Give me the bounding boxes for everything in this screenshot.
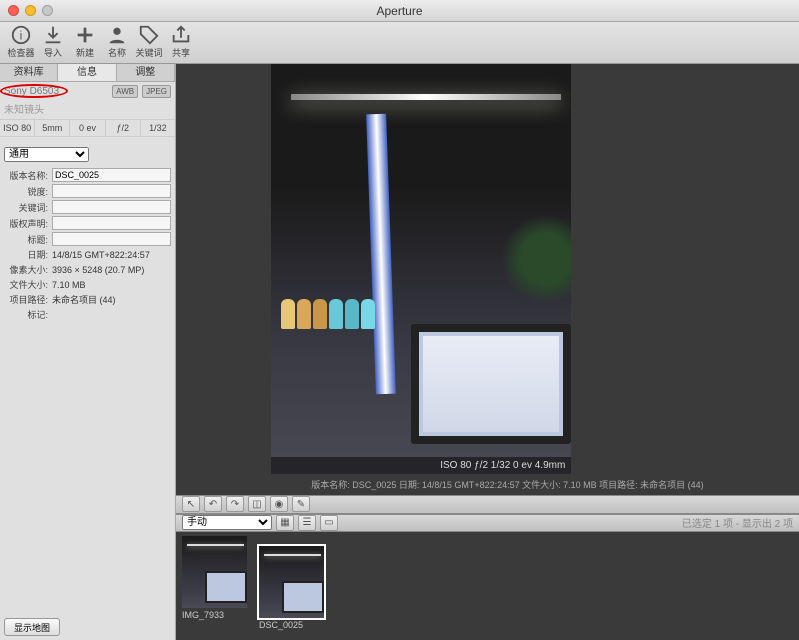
toolbar-label: 检查器 [7,46,34,59]
close-icon[interactable] [8,5,19,16]
keyword-button[interactable]: 关键词 [134,24,164,59]
thumbnail[interactable]: DSC_0025 [259,546,324,630]
meta-label: 文件大小: [4,278,52,291]
exif-strip: ISO 80 5mm 0 ev ƒ/2 1/32 [0,119,175,137]
version-name-input[interactable] [52,168,171,182]
exif-shutter: 1/32 [141,120,175,136]
window-controls [8,5,53,16]
import-icon [42,24,64,46]
thumbnail-label: IMG_7933 [182,608,247,620]
window-title: Aperture [376,4,422,18]
camera-model: Sony D6503 [4,86,59,97]
metadata-panel: 版本名称: 锐度: 关键词: 版权声明: 标题: 日期:14/8/15 GMT+… [0,168,175,323]
meta-label: 标记: [4,308,52,321]
title-input[interactable] [52,232,171,246]
person-icon [106,24,128,46]
inspector-tabs: 资料库 信息 调整 [0,64,175,82]
project-path-value: 未命名项目 (44) [52,293,171,306]
inspector-button[interactable]: i 检查器 [6,24,36,59]
svg-text:i: i [20,29,23,43]
selection-status: 已选定 1 项 - 显示出 2 项 [682,515,793,530]
redeye-icon[interactable]: ◉ [270,496,288,512]
viewer-panel: ISO 80 ƒ/2 1/32 0 ev 4.9mm 版本名称: DSC_002… [176,64,799,640]
toolbar-label: 导入 [44,46,62,59]
thumbnail-strip: IMG_7933 DSC_0025 [176,532,799,640]
sort-mode-select[interactable]: 手动 [182,515,272,530]
rotate-cw-icon[interactable]: ↷ [226,496,244,512]
share-button[interactable]: 共享 [166,24,196,59]
exif-iso: ISO 80 [0,120,35,136]
filmstrip-view-icon[interactable]: ▭ [320,515,338,531]
toolbar-label: 名称 [108,46,126,59]
brush-icon[interactable]: ✎ [292,496,310,512]
tag-icon [138,24,160,46]
toolbar-label: 关键词 [135,46,162,59]
toolbar: i 检查器 导入 新建 名称 关键词 共享 [0,22,799,64]
sharpness-input[interactable] [52,184,171,198]
toolbar-label: 新建 [76,46,94,59]
thumbnail[interactable]: IMG_7933 [182,536,247,636]
list-view-icon[interactable]: ☰ [298,515,316,531]
format-badge: JPEG [142,85,171,98]
preset-select[interactable]: 通用 [4,147,89,162]
grid-view-icon[interactable]: ▦ [276,515,294,531]
meta-label: 像素大小: [4,263,52,276]
meta-label: 标题: [4,233,52,246]
camera-info-row: Sony D6503 AWB JPEG [0,82,175,101]
photo-caption: 版本名称: DSC_0025 日期: 14/8/15 GMT+822:24:57… [271,474,703,495]
lens-info: 未知镜头 [0,101,175,119]
info-icon: i [10,24,32,46]
main-photo: ISO 80 ƒ/2 1/32 0 ev 4.9mm [271,64,571,474]
inspector-panel: 资料库 信息 调整 Sony D6503 AWB JPEG 未知镜头 ISO 8… [0,64,176,640]
meta-label: 版权声明: [4,217,52,230]
zoom-icon[interactable] [42,5,53,16]
toolbar-label: 共享 [172,46,190,59]
thumbnail-label: DSC_0025 [259,618,324,630]
import-button[interactable]: 导入 [38,24,68,59]
plus-icon [74,24,96,46]
meta-label: 关键词: [4,201,52,214]
exif-focal: 5mm [35,120,70,136]
meta-label: 锐度: [4,185,52,198]
minimize-icon[interactable] [25,5,36,16]
cursor-icon[interactable]: ↖ [182,496,200,512]
awb-badge: AWB [112,85,138,98]
tab-library[interactable]: 资料库 [0,64,58,81]
share-icon [170,24,192,46]
titlebar: Aperture [0,0,799,22]
pixel-size-value: 3936 × 5248 (20.7 MP) [52,265,171,275]
tab-info[interactable]: 信息 [58,64,116,81]
copyright-input[interactable] [52,216,171,230]
rotate-ccw-icon[interactable]: ↶ [204,496,222,512]
name-button[interactable]: 名称 [102,24,132,59]
exif-aperture: ƒ/2 [106,120,141,136]
exif-ev: 0 ev [70,120,105,136]
crop-icon[interactable]: ◫ [248,496,266,512]
new-button[interactable]: 新建 [70,24,100,59]
photo-exif-overlay: ISO 80 ƒ/2 1/32 0 ev 4.9mm [271,457,571,474]
file-size-value: 7.10 MB [52,280,171,290]
tab-adjust[interactable]: 调整 [117,64,175,81]
keywords-input[interactable] [52,200,171,214]
meta-label: 项目路径: [4,293,52,306]
meta-label: 版本名称: [4,169,52,182]
browser-toolbar: ↖ ↶ ↷ ◫ ◉ ✎ [176,495,799,514]
browser-controls: 手动 ▦ ☰ ▭ 已选定 1 项 - 显示出 2 项 [176,514,799,533]
show-map-button[interactable]: 显示地图 [4,618,60,636]
meta-label: 日期: [4,248,52,261]
photo-viewer[interactable]: ISO 80 ƒ/2 1/32 0 ev 4.9mm 版本名称: DSC_002… [176,64,799,495]
date-value: 14/8/15 GMT+822:24:57 [52,250,171,260]
